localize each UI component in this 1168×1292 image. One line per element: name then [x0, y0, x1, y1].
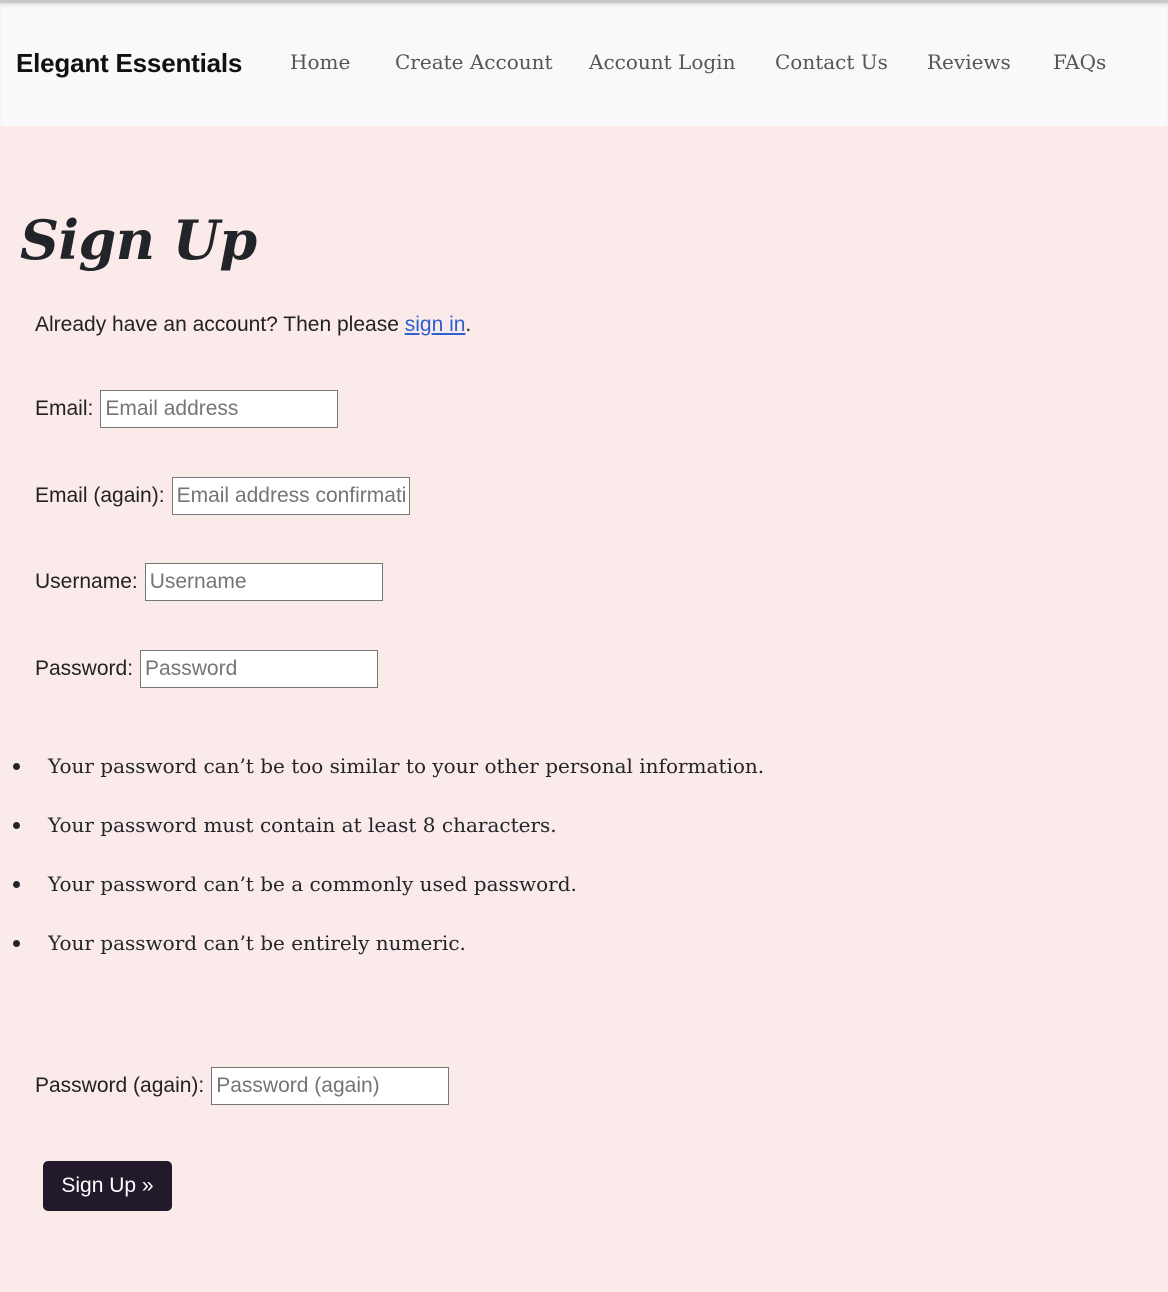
password-rule: Your password can’t be too similar to yo… [0, 745, 764, 804]
username-row: Username: [35, 563, 383, 601]
password-rule-text: Your password must contain at least 8 ch… [48, 813, 557, 837]
password-rules-list: Your password can’t be too similar to yo… [0, 745, 764, 981]
nav-reviews[interactable]: Reviews [927, 50, 1011, 74]
email-row: Email: [35, 390, 339, 428]
signin-prompt-end: . [465, 313, 472, 336]
password-rule: Your password can’t be a commonly used p… [0, 863, 764, 922]
nav-account-login[interactable]: Account Login [589, 50, 735, 74]
password-label: Password: [35, 657, 134, 680]
password-rule-text: Your password can’t be a commonly used p… [48, 872, 577, 896]
brand-logo[interactable]: Elegant Essentials [16, 48, 242, 79]
password-input[interactable] [140, 650, 379, 688]
email-label: Email: [35, 397, 94, 420]
email-again-label: Email (again): [35, 484, 165, 507]
nav-home[interactable]: Home [290, 50, 350, 74]
signup-submit-button[interactable]: Sign Up » [43, 1161, 172, 1211]
email-again-row: Email (again): [35, 477, 410, 515]
nav-contact-us[interactable]: Contact Us [775, 50, 888, 74]
password-rule-text: Your password can’t be too similar to yo… [48, 754, 765, 778]
navbar: Elegant Essentials Home Create Account A… [0, 0, 1168, 126]
page-title: Sign Up [20, 208, 257, 272]
signin-prompt: Already have an account? Then please sig… [35, 313, 471, 337]
bullet-icon [13, 940, 20, 947]
nav-create-account[interactable]: Create Account [395, 50, 553, 74]
bullet-icon [13, 881, 20, 888]
username-input[interactable] [144, 563, 383, 601]
email-again-input[interactable] [171, 477, 410, 515]
bullet-icon [13, 763, 20, 770]
bullet-icon [13, 822, 20, 829]
signin-prompt-text: Already have an account? Then please [35, 313, 405, 336]
password-again-row: Password (again): [35, 1067, 450, 1105]
password-again-input[interactable] [211, 1067, 450, 1105]
signin-link[interactable]: sign in [405, 313, 466, 336]
password-again-label: Password (again): [35, 1074, 205, 1097]
nav-faqs[interactable]: FAQs [1053, 50, 1106, 74]
password-row: Password: [35, 650, 379, 688]
password-rule: Your password must contain at least 8 ch… [0, 804, 764, 863]
password-rule: Your password can’t be entirely numeric. [0, 922, 764, 981]
email-input[interactable] [100, 390, 339, 428]
username-label: Username: [35, 570, 138, 593]
password-rule-text: Your password can’t be entirely numeric. [48, 931, 466, 955]
